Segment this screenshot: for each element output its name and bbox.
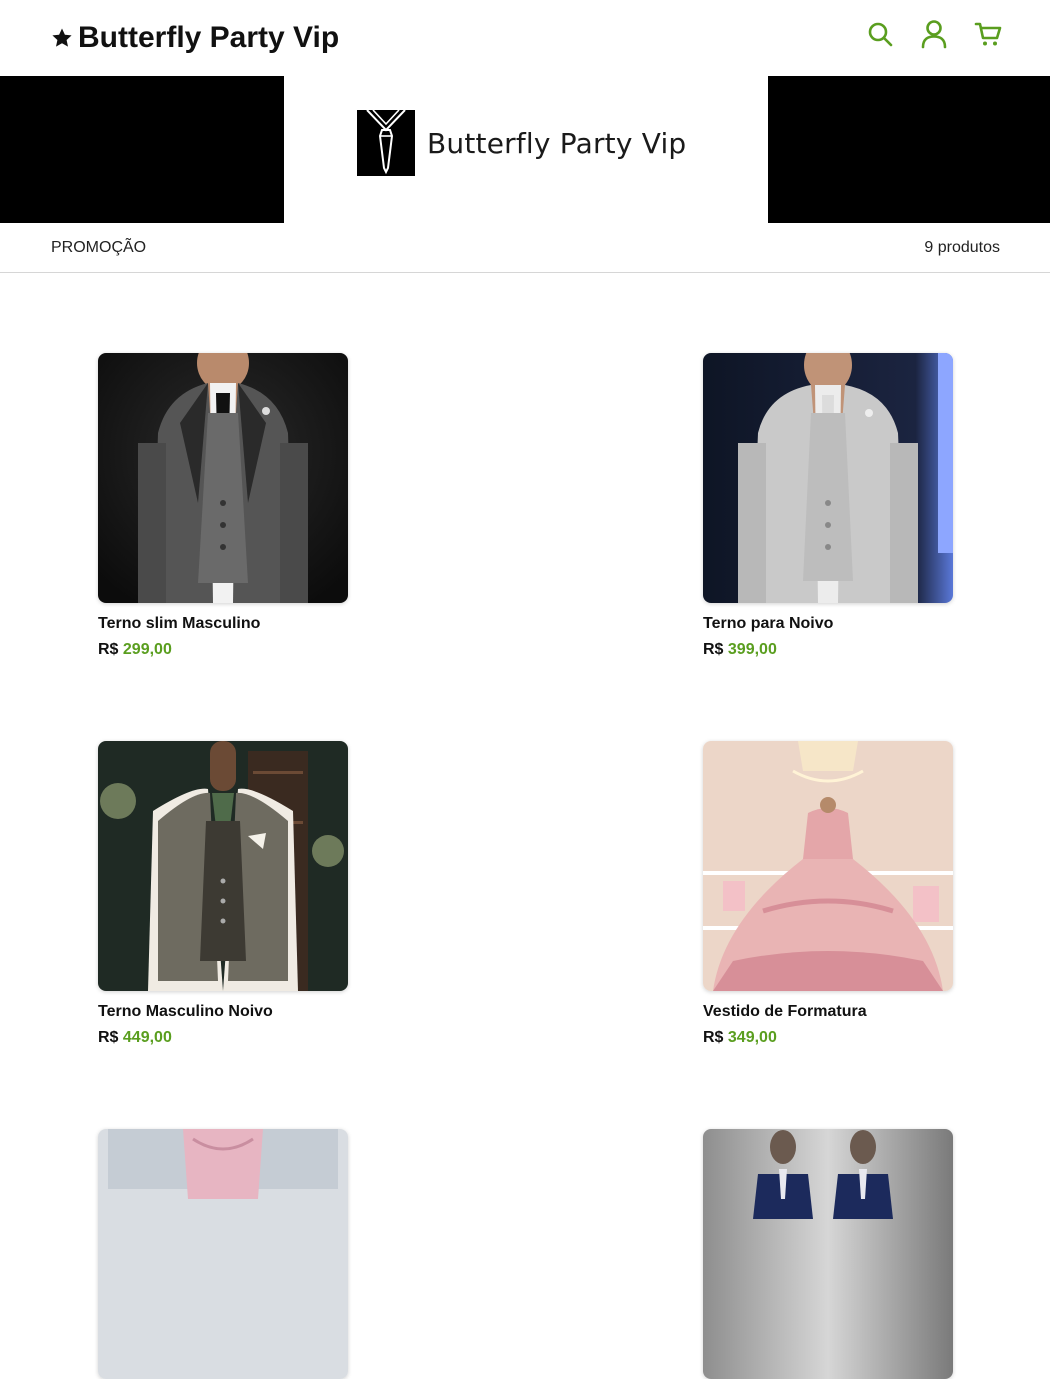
product-price: R$ 299,00: [98, 641, 348, 659]
product-card[interactable]: Terno para Noivo R$ 399,00: [703, 353, 953, 659]
banner-logo: Butterfly Party Vip: [357, 109, 686, 177]
product-name[interactable]: Vestido de Formatura: [703, 1003, 953, 1021]
price-value: 449,00: [122, 1029, 172, 1046]
header-actions: [866, 18, 1002, 50]
category-bar: PROMOÇÃO 9 produtos: [0, 223, 1050, 273]
price-value: 349,00: [727, 1029, 777, 1046]
search-icon[interactable]: [866, 18, 894, 50]
product-image[interactable]: [703, 1129, 953, 1379]
banner-side-left: [0, 76, 284, 223]
product-image[interactable]: [703, 353, 953, 603]
price-value: 299,00: [122, 641, 172, 658]
store-banner: Butterfly Party Vip: [0, 76, 1050, 223]
user-icon[interactable]: [920, 18, 948, 50]
product-name[interactable]: Terno Masculino Noivo: [98, 1003, 348, 1021]
price-currency: R$: [703, 1029, 724, 1046]
product-card[interactable]: [98, 1129, 348, 1379]
tie-shirt-logo-icon: [357, 109, 415, 176]
product-image[interactable]: [98, 1129, 348, 1379]
product-image[interactable]: [703, 741, 953, 991]
category-title: PROMOÇÃO: [51, 239, 147, 256]
product-name[interactable]: Terno slim Masculino: [98, 615, 348, 633]
price-currency: R$: [98, 1029, 119, 1046]
product-price: R$ 449,00: [98, 1029, 348, 1047]
product-price: R$ 399,00: [703, 641, 953, 659]
star-icon: [52, 28, 72, 47]
product-image[interactable]: [98, 741, 348, 991]
brand-link[interactable]: Butterfly Party Vip: [50, 18, 339, 58]
product-card[interactable]: Terno Masculino Noivo R$ 449,00: [98, 741, 348, 1047]
banner-logo-text: Butterfly Party Vip: [427, 126, 687, 160]
brand-name: Butterfly Party Vip: [78, 21, 340, 54]
price-currency: R$: [703, 641, 724, 658]
price-value: 399,00: [727, 641, 777, 658]
product-card[interactable]: Terno slim Masculino R$ 299,00: [98, 353, 348, 659]
product-image[interactable]: [98, 353, 348, 603]
product-price: R$ 349,00: [703, 1029, 953, 1047]
product-count: 9 produtos: [924, 239, 1000, 256]
price-currency: R$: [98, 641, 119, 658]
site-header: Butterfly Party Vip: [0, 0, 1050, 76]
banner-side-right: [768, 76, 1050, 223]
cart-icon[interactable]: [974, 18, 1002, 50]
product-name[interactable]: Terno para Noivo: [703, 615, 953, 633]
product-card[interactable]: [703, 1129, 953, 1379]
product-card[interactable]: Vestido de Formatura R$ 349,00: [703, 741, 953, 1047]
